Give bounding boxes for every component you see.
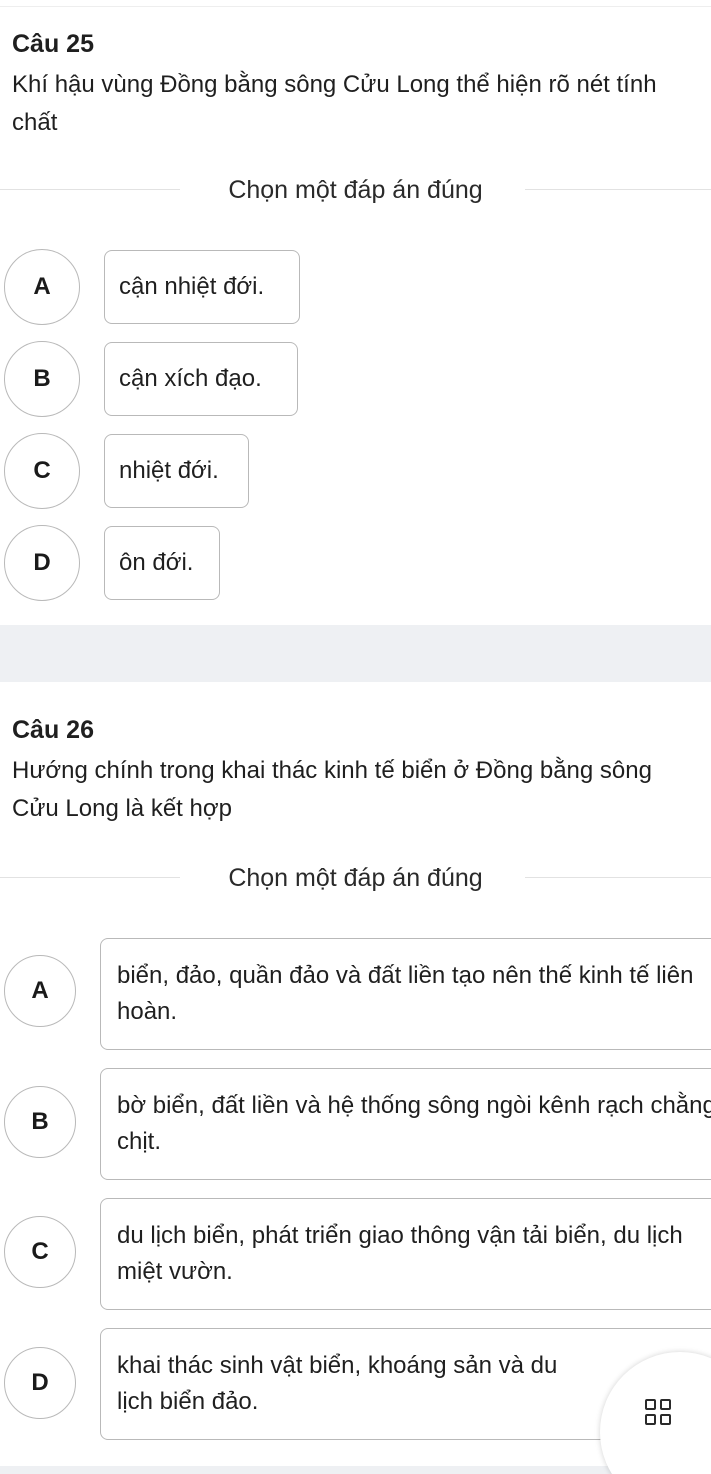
question-26-instruction: Chọn một đáp án đúng (200, 864, 511, 892)
q25-option-d[interactable]: ôn đới. (104, 526, 220, 600)
grid-icon (645, 1399, 673, 1427)
quiz-page: Câu 25 Khí hậu vùng Đồng bằng sông Cửu L… (0, 0, 711, 1474)
q26-option-a[interactable]: biển, đảo, quần đảo và đất liền tạo nên … (100, 938, 711, 1050)
q25-option-a-letter[interactable]: A (4, 249, 80, 325)
q26-option-a-letter[interactable]: A (4, 955, 76, 1027)
question-26-text: Hướng chính trong khai thác kinh tế biển… (12, 757, 652, 822)
question-25-instruction: Chọn một đáp án đúng (200, 176, 511, 204)
question-26-instruction-row: Chọn một đáp án đúng (0, 863, 711, 893)
q25-option-c[interactable]: nhiệt đới. (104, 434, 249, 508)
q25-option-b[interactable]: cận xích đạo. (104, 342, 298, 416)
section-divider (0, 625, 711, 682)
q25-option-d-letter[interactable]: D (4, 525, 80, 601)
q26-option-c[interactable]: du lịch biển, phát triển giao thông vận … (100, 1198, 711, 1310)
bottom-divider (0, 1466, 711, 1474)
q25-option-a[interactable]: cận nhiệt đới. (104, 250, 300, 324)
q26-option-b[interactable]: bờ biển, đất liền và hệ thống sông ngòi … (100, 1068, 711, 1180)
top-divider (0, 6, 711, 7)
q25-option-c-letter[interactable]: C (4, 433, 80, 509)
q25-option-b-letter[interactable]: B (4, 341, 80, 417)
question-25-instruction-row: Chọn một đáp án đúng (0, 175, 711, 205)
question-26-title: Câu 26 (12, 716, 94, 744)
question-25-text: Khí hậu vùng Đồng bằng sông Cửu Long thể… (12, 71, 657, 136)
q26-option-b-letter[interactable]: B (4, 1086, 76, 1158)
q26-option-c-letter[interactable]: C (4, 1216, 76, 1288)
q26-option-d-letter[interactable]: D (4, 1347, 76, 1419)
question-25-title: Câu 25 (12, 30, 94, 58)
